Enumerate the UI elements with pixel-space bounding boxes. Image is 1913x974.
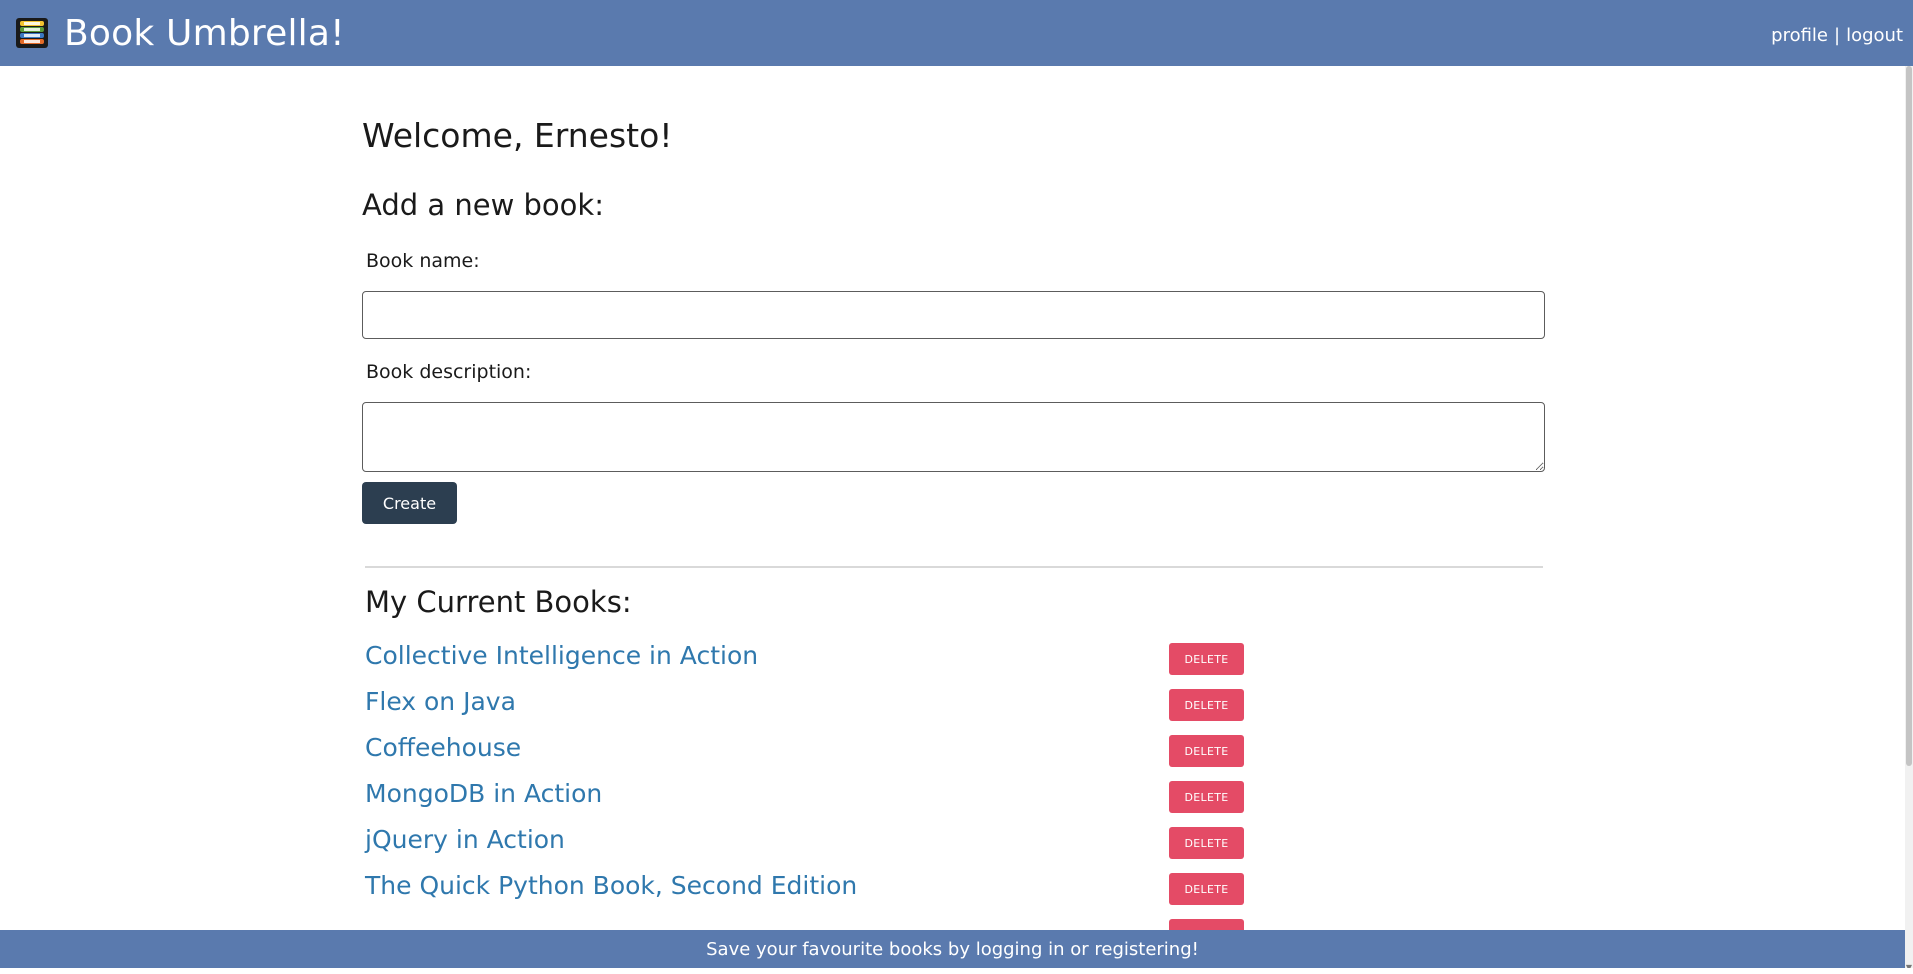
book-list: Collective Intelligence in Action DELETE…: [365, 641, 1545, 963]
delete-button[interactable]: DELETE: [1169, 781, 1244, 813]
bottom-edge: [0, 968, 1913, 974]
link-separator: |: [1834, 24, 1841, 46]
add-book-heading: Add a new book:: [362, 188, 604, 222]
list-item: Collective Intelligence in Action DELETE: [365, 641, 1545, 687]
delete-button[interactable]: DELETE: [1169, 643, 1244, 675]
user-links: profile | logout: [1771, 25, 1903, 46]
page-scrollbar[interactable]: ▼: [1905, 66, 1913, 974]
list-item: The Quick Python Book, Second Edition DE…: [365, 871, 1545, 917]
delete-button[interactable]: DELETE: [1169, 827, 1244, 859]
site-title: Book Umbrella!: [64, 12, 345, 54]
delete-button[interactable]: DELETE: [1169, 873, 1244, 905]
list-item: MongoDB in Action DELETE: [365, 779, 1545, 825]
brand[interactable]: Book Umbrella!: [14, 13, 345, 54]
book-name-input[interactable]: [362, 291, 1545, 339]
book-name-label: Book name:: [366, 250, 480, 272]
current-books-heading: My Current Books:: [365, 585, 632, 619]
book-link[interactable]: Flex on Java: [365, 687, 516, 716]
book-link[interactable]: Coffeehouse: [365, 733, 521, 762]
footer-text: Save your favourite books by logging in …: [706, 938, 1199, 960]
section-divider: [365, 566, 1543, 568]
add-book-form: Book name: Book description: Create: [362, 250, 1545, 524]
list-item: jQuery in Action DELETE: [365, 825, 1545, 871]
top-navbar: Book Umbrella! profile | logout: [0, 0, 1913, 66]
profile-link[interactable]: profile: [1771, 25, 1828, 46]
create-button[interactable]: Create: [362, 482, 457, 524]
book-link[interactable]: jQuery in Action: [365, 825, 565, 854]
scrollbar-thumb[interactable]: [1906, 66, 1912, 766]
list-item: Flex on Java DELETE: [365, 687, 1545, 733]
delete-button[interactable]: DELETE: [1169, 735, 1244, 767]
welcome-heading: Welcome, Ernesto!: [362, 116, 673, 155]
book-link[interactable]: The Quick Python Book, Second Edition: [365, 871, 857, 900]
book-link[interactable]: Collective Intelligence in Action: [365, 641, 758, 670]
book-description-label: Book description:: [366, 361, 532, 383]
main-content: Welcome, Ernesto! Add a new book: Book n…: [362, 66, 1545, 963]
book-link[interactable]: MongoDB in Action: [365, 779, 602, 808]
footer-banner: Save your favourite books by logging in …: [0, 930, 1905, 968]
books-stack-icon: [16, 18, 48, 48]
book-description-input[interactable]: [362, 402, 1545, 472]
delete-button[interactable]: DELETE: [1169, 689, 1244, 721]
list-item: Coffeehouse DELETE: [365, 733, 1545, 779]
logout-link[interactable]: logout: [1846, 25, 1903, 46]
